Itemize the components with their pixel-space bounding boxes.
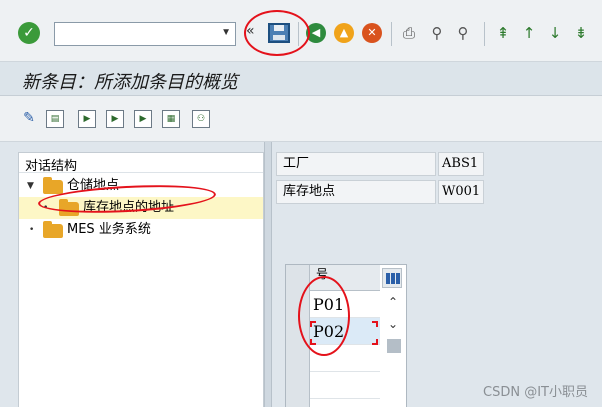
table-settings-icon[interactable] bbox=[382, 268, 402, 288]
panel-splitter[interactable] bbox=[264, 142, 272, 407]
scroll-up-icon[interactable]: ⌃ bbox=[386, 295, 400, 309]
select-all-icon[interactable]: ▦ bbox=[162, 110, 180, 128]
save-icon[interactable] bbox=[268, 23, 290, 43]
watermark: CSDN @IT小职员 bbox=[483, 385, 588, 400]
dialog-structure-panel: 对话结构 ▼ 仓储地点 • 库存地点的地址 • MES 业务系统 bbox=[18, 152, 264, 407]
delete-icon[interactable]: ▶ bbox=[106, 110, 124, 128]
separator bbox=[484, 22, 485, 46]
entries-table: 号 P01 P02 ⌃ ⌄ bbox=[285, 264, 407, 407]
copy-as-icon[interactable]: ▶ bbox=[78, 110, 96, 128]
tree-node-storage-location[interactable]: ▼ 仓储地点 bbox=[19, 175, 263, 197]
scroll-down-icon[interactable]: ⌄ bbox=[386, 317, 400, 331]
folder-icon bbox=[59, 199, 79, 216]
new-entries-icon[interactable]: ▤ bbox=[46, 110, 64, 128]
tree-node-mes-system[interactable]: • MES 业务系统 bbox=[19, 219, 263, 241]
title-bar: 新条目：所添加条目的概览 bbox=[0, 62, 602, 96]
table-cell[interactable]: P01 bbox=[310, 291, 380, 318]
check-icon[interactable]: ✓ bbox=[18, 22, 40, 44]
table-cell[interactable] bbox=[310, 345, 380, 372]
print-icon[interactable]: ⎙ bbox=[400, 23, 418, 43]
scrollbar-thumb[interactable] bbox=[387, 339, 401, 353]
tree-node-storage-address[interactable]: • 库存地点的地址 bbox=[19, 197, 263, 219]
find-icon[interactable]: ⚲ bbox=[428, 23, 446, 43]
collapse-arrows-icon[interactable]: « bbox=[246, 23, 255, 39]
storage-location-label: 库存地点 bbox=[276, 180, 436, 204]
row-selector-column[interactable] bbox=[286, 265, 310, 407]
system-toolbar: ✓ ▼ « ◀ ▲ ✕ ⎙ ⚲ ⚲ ⇞ ↑ ↓ ⇟ bbox=[0, 0, 602, 62]
tree-node-label: 库存地点的地址 bbox=[83, 200, 175, 215]
back-icon[interactable]: ◀ bbox=[306, 23, 326, 43]
dialog-structure-header: 对话结构 bbox=[19, 153, 263, 174]
chevron-down-icon[interactable]: ▼ bbox=[27, 175, 34, 197]
print-field-icon[interactable]: ⚇ bbox=[192, 110, 210, 128]
display-change-icon[interactable]: ✎ bbox=[20, 110, 38, 128]
focus-corner bbox=[372, 339, 378, 345]
bullet-icon: • bbox=[29, 225, 35, 235]
focus-corner bbox=[372, 321, 378, 327]
focus-corner bbox=[310, 321, 316, 327]
separator bbox=[391, 22, 392, 46]
undo-change-icon[interactable]: ▶ bbox=[134, 110, 152, 128]
exit-icon[interactable]: ▲ bbox=[334, 23, 354, 43]
cancel-icon[interactable]: ✕ bbox=[362, 23, 382, 43]
table-cell[interactable]: P02 bbox=[310, 318, 380, 345]
page-title: 新条目：所添加条目的概览 bbox=[22, 72, 238, 93]
focus-corner bbox=[310, 339, 316, 345]
plant-label: 工厂 bbox=[276, 152, 436, 176]
plant-value: ABS1 bbox=[438, 152, 484, 176]
tree-node-label: MES 业务系统 bbox=[67, 222, 151, 237]
chevron-down-icon[interactable]: ▼ bbox=[221, 27, 231, 38]
column-header[interactable]: 号 bbox=[310, 265, 380, 291]
last-page-icon[interactable]: ⇟ bbox=[572, 23, 590, 43]
storage-location-value: W001 bbox=[438, 180, 484, 204]
folder-icon bbox=[43, 221, 63, 238]
tree-node-label: 仓储地点 bbox=[67, 178, 120, 193]
bullet-icon: • bbox=[43, 203, 49, 213]
table-cell[interactable] bbox=[310, 372, 380, 399]
next-page-icon[interactable]: ↓ bbox=[546, 23, 564, 43]
prev-page-icon[interactable]: ↑ bbox=[520, 23, 538, 43]
command-field[interactable]: ▼ bbox=[54, 22, 236, 46]
folder-icon bbox=[43, 177, 63, 194]
find-next-icon[interactable]: ⚲ bbox=[454, 23, 472, 43]
first-page-icon[interactable]: ⇞ bbox=[494, 23, 512, 43]
separator bbox=[298, 22, 299, 46]
application-toolbar: ✎ ▤ ▶ ▶ ▶ ▦ ⚇ bbox=[0, 96, 602, 142]
